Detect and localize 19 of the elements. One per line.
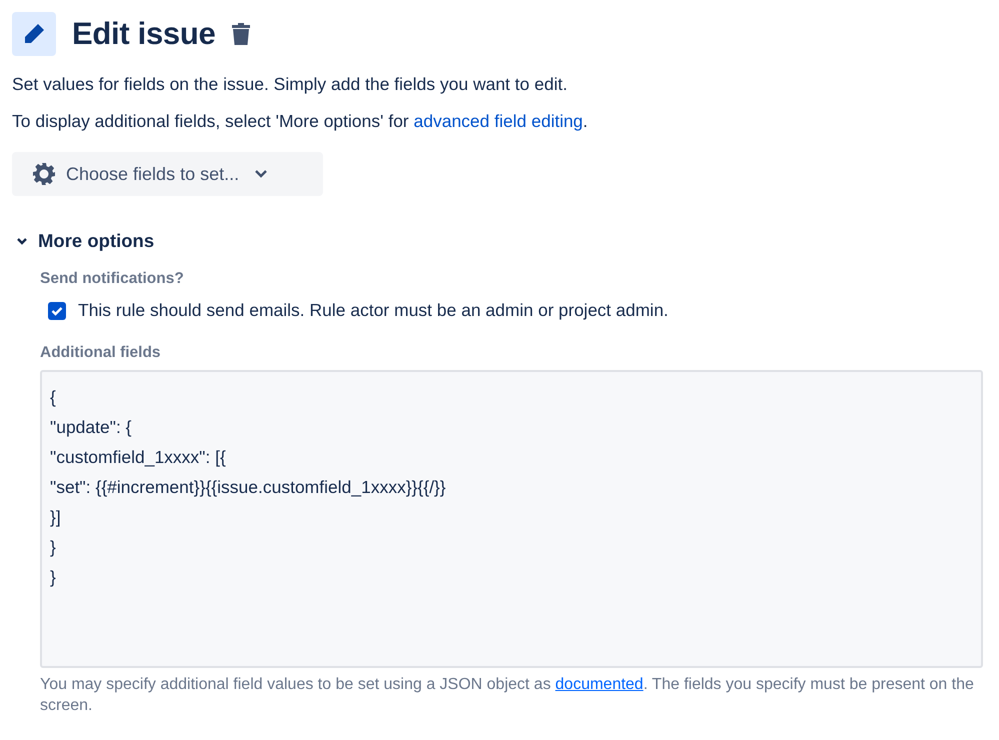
checkbox[interactable] [48, 302, 66, 320]
json-input-field[interactable]: { "update": { "customfield_1xxxx": [{ "set": {{#increment}}{{issue.customfield_1xxxx}}{{/}} }] } } [40, 370, 983, 668]
chevron-down-icon [16, 235, 28, 247]
gear-icon [32, 162, 56, 186]
checkbox-label: This rule should send emails. Rule actor must be an admin or project admin. [78, 300, 668, 321]
page-title: Edit issue [72, 16, 216, 52]
intro-text: Set values for fields on the issue. Simply add the fields you want to edit. [12, 74, 568, 95]
chevron-down-icon [255, 170, 268, 178]
pencil-icon [22, 22, 46, 46]
field-label: Send notifications? [40, 270, 185, 288]
advanced-editing-link[interactable]: advanced field editing [414, 111, 583, 131]
more-options-toggle[interactable]: More options [12, 230, 154, 252]
field-label: Additional fields [40, 344, 162, 362]
trash-icon[interactable] [231, 23, 252, 45]
help-text: You may specify additional field values to be set using a JSON object as documented. The fields you specify must be present on the screen. [40, 675, 975, 716]
choose-fields-dropdown[interactable]: Choose fields to set... [12, 152, 323, 196]
documented-link[interactable]: documented [555, 676, 644, 693]
advanced-note-text: To display additional fields, select 'More options' for advanced field editing. [12, 111, 589, 132]
checkmark-icon [51, 306, 63, 316]
